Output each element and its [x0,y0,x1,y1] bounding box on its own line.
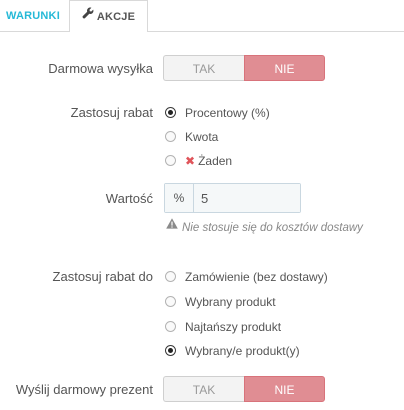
radio-button[interactable] [165,321,176,332]
value-label: Wartość [105,191,153,206]
discount-amount-label: Kwota [185,130,219,144]
free-gift-switch: TAK NIE [163,376,325,402]
wrench-icon [82,1,94,32]
tab-warunki-label: WARUNKI [6,10,60,22]
free-gift-label: Wyślij darmowy prezent [15,382,153,397]
value-help-text: Nie stosuje się do kosztów dostawy [166,218,363,236]
free-gift-yes-option[interactable]: TAK [163,376,244,402]
warning-icon [166,218,178,234]
radio-button[interactable] [165,296,176,307]
discount-to-order-label: Zamówienie (bez dostawy) [185,270,328,284]
discount-percent-label: Procentowy (%) [185,106,270,120]
free-shipping-label: Darmowa wysyłka [48,61,153,76]
tab-bar: WARUNKI AKCJE [0,0,404,32]
percent-addon: % [165,184,194,212]
tab-akcje-label: AKCJE [96,11,136,23]
free-shipping-yes-option[interactable]: TAK [163,55,244,81]
discount-to-selected-label: Wybrany/e produkt(y) [185,344,300,358]
radio-button-checked[interactable] [165,345,176,356]
discount-to-cheapest-label: Najtańszy produkt [185,320,282,334]
radio-button[interactable] [165,155,176,166]
apply-discount-label: Zastosuj rabat [70,105,153,120]
radio-button-checked[interactable] [165,107,176,118]
discount-to-product-label: Wybrany produkt [185,295,276,309]
radio-button[interactable] [165,271,176,282]
discount-none-label: Żaden [198,154,233,168]
apply-discount-to-label: Zastosuj rabat do [52,269,153,284]
tab-warunki[interactable]: WARUNKI [0,0,62,31]
free-shipping-no-option[interactable]: NIE [244,55,325,81]
x-icon: ✖ [185,154,196,168]
value-input[interactable] [194,184,300,212]
free-shipping-switch: TAK NIE [163,55,325,81]
value-help-label: Nie stosuje się do kosztów dostawy [182,222,363,234]
tab-akcje[interactable]: AKCJE [69,0,148,32]
free-gift-no-option[interactable]: NIE [244,376,325,402]
radio-button[interactable] [165,131,176,142]
value-input-group: % [164,183,301,213]
